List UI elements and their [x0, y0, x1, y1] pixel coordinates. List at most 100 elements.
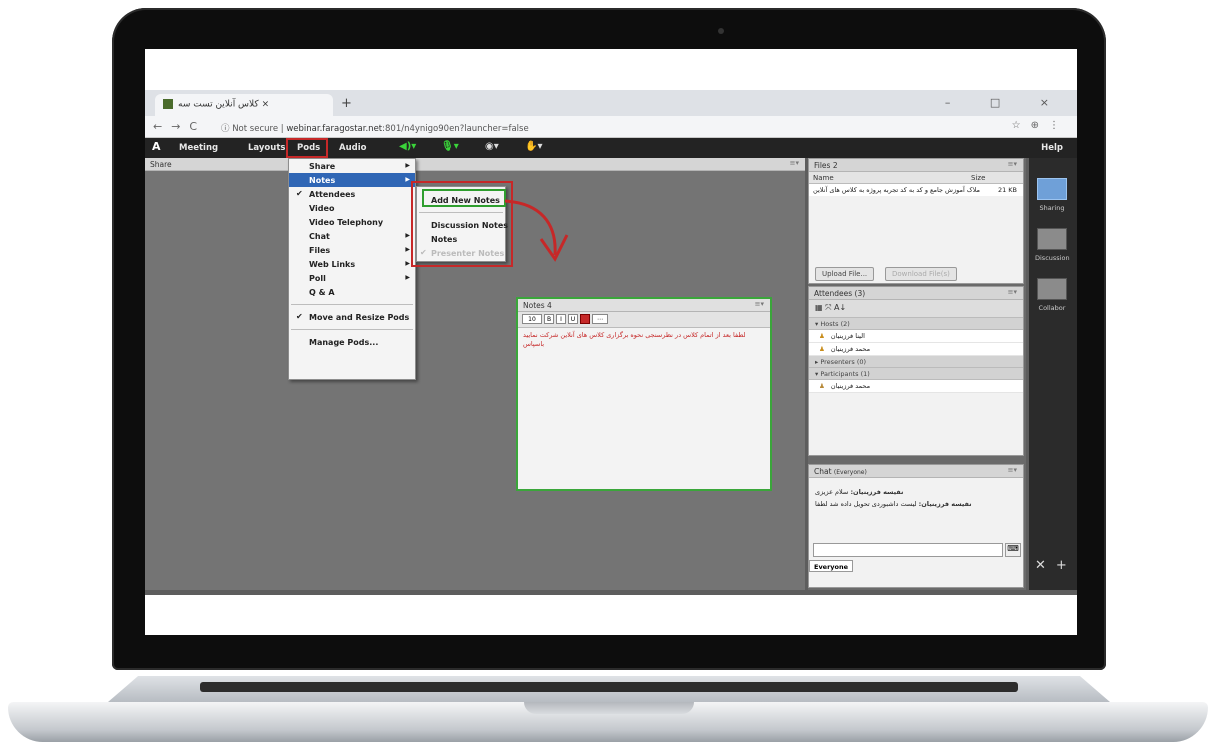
- tab-title: کلاس آنلاین تست سه ×: [178, 99, 270, 110]
- pods-menu-item[interactable]: ✔ Attendees: [289, 187, 415, 201]
- text-color-icon[interactable]: [580, 314, 590, 324]
- laptop-notch: [524, 702, 694, 714]
- url-field[interactable]: ⓘ Not secure | webinar.faragostar.net:80…: [215, 119, 975, 135]
- more-options-icon[interactable]: ⋯: [592, 314, 608, 324]
- pod-options-icon[interactable]: ≡▾: [1008, 288, 1017, 296]
- layout-sharing[interactable]: Sharing: [1035, 178, 1069, 212]
- pod-options-icon[interactable]: ≡▾: [1008, 160, 1017, 168]
- pods-menu-item[interactable]: Q & A: [289, 285, 415, 299]
- attendees-count: (3): [854, 289, 866, 298]
- right-column: Files 2 ≡▾ Name Size ملاک آموزش جامع و کد…: [808, 158, 1026, 590]
- col-size[interactable]: Size: [971, 174, 985, 182]
- pods-menu-item[interactable]: Poll ▶: [289, 271, 415, 285]
- not-secure-label: Not secure: [232, 124, 279, 134]
- underline-icon[interactable]: U: [568, 314, 578, 324]
- attendee-row[interactable]: ♟ الینا فرزینیان: [809, 330, 1023, 343]
- italic-icon[interactable]: I: [556, 314, 566, 324]
- camera-dot: [718, 28, 724, 34]
- menu-audio[interactable]: Audio: [339, 143, 366, 153]
- layout-collaboration[interactable]: Collabor: [1035, 278, 1069, 312]
- download-file-button[interactable]: Download File(s): [885, 267, 957, 281]
- chat-text: سلام عزیزی: [815, 488, 849, 496]
- red-arrow-annotation: [504, 199, 569, 262]
- notes-pod: Notes 4 ≡▾ 10 B I U ⋯ لطفا بعد از اتمام کلاس …: [516, 297, 772, 491]
- file-size: 21 KB: [997, 186, 1017, 194]
- share-pod-title: Share: [150, 160, 172, 169]
- attendee-row[interactable]: ♟ محمد فرزینیان: [809, 380, 1023, 393]
- files-columns: Name Size: [809, 172, 1023, 184]
- menu-separator: [291, 329, 413, 330]
- pods-menu-item[interactable]: Notes ▶: [289, 173, 415, 187]
- layout-label: Collabor: [1038, 304, 1066, 312]
- everyone-tab[interactable]: Everyone: [809, 560, 853, 572]
- pods-menu-label: Poll: [309, 274, 326, 283]
- host-user-icon: ♟: [819, 332, 825, 340]
- speaker-icon[interactable]: ◀)▾: [399, 141, 416, 152]
- pods-menu-label: Video: [309, 204, 335, 213]
- participants-section[interactable]: ▾ Participants (1): [809, 368, 1023, 380]
- presenters-section[interactable]: ▸ Presenters (0): [809, 356, 1023, 368]
- col-name[interactable]: Name: [813, 174, 834, 182]
- keyboard-strip: [200, 682, 1018, 692]
- submenu-arrow-icon: ▶: [405, 176, 410, 183]
- submenu-arrow-icon: ▶: [405, 232, 410, 239]
- notes-pod-header: Notes 4 ≡▾: [518, 299, 770, 312]
- pod-options-icon[interactable]: ≡▾: [755, 300, 764, 308]
- info-icon: ⓘ: [221, 124, 233, 134]
- browser-tabstrip: کلاس آنلاین تست سه × + – □ ×: [145, 90, 1077, 116]
- chat-message: نفیسه فرزینیان: سلام عزیزی: [809, 486, 1023, 498]
- raise-hand-icon[interactable]: ✋▾: [525, 141, 542, 152]
- menu-help[interactable]: Help: [1041, 143, 1063, 153]
- layout-thumbnail: [1037, 278, 1067, 300]
- attendee-row[interactable]: ♟ محمد فرزینیان: [809, 343, 1023, 356]
- hosts-label: Hosts (2): [820, 320, 850, 328]
- layout-bar-controls[interactable]: ✕+: [1035, 558, 1077, 573]
- submenu-arrow-icon: ▶: [405, 246, 410, 253]
- nav-buttons[interactable]: ←→C: [153, 120, 206, 133]
- notes-content[interactable]: لطفا بعد از اتمام کلاس در نظرسنجی نحوه ب…: [518, 328, 770, 352]
- send-message-icon[interactable]: ⌨: [1005, 543, 1021, 557]
- pods-menu-label: Video Telephony: [309, 218, 384, 227]
- layout-thumbnail: [1037, 178, 1067, 200]
- bold-icon[interactable]: B: [544, 314, 554, 324]
- pods-menu-item[interactable]: Share ▶: [289, 159, 415, 173]
- chat-user: نفیسه فرزینیان:: [850, 488, 904, 496]
- adobe-connect-app: A Meeting Layouts Pods Audio ◀)▾ 🎙▾ ◉▾ ✋…: [145, 138, 1077, 595]
- address-bar-icons[interactable]: ☆⊕⋮: [1012, 120, 1069, 131]
- microphone-icon[interactable]: 🎙▾: [441, 141, 459, 152]
- browser-tab[interactable]: کلاس آنلاین تست سه ×: [155, 94, 333, 116]
- adobe-logo-icon: A: [152, 140, 161, 153]
- window-controls[interactable]: – □ ×: [945, 96, 1067, 109]
- pods-menu-item[interactable]: Web Links ▶: [289, 257, 415, 271]
- layout-discussion[interactable]: Discussion: [1035, 228, 1070, 262]
- pods-menu-item[interactable]: Video: [289, 201, 415, 215]
- upload-file-button[interactable]: Upload File...: [815, 267, 875, 281]
- file-row[interactable]: ملاک آموزش جامع و کد به کد تجربه پروژه ب…: [809, 184, 1023, 196]
- pods-menu-label: Manage Pods...: [309, 338, 379, 347]
- menu-layouts[interactable]: Layouts: [248, 143, 285, 153]
- pods-menu-item[interactable]: Chat ▶: [289, 229, 415, 243]
- menu-meeting[interactable]: Meeting: [179, 143, 218, 153]
- notes-toolbar: 10 B I U ⋯: [518, 312, 770, 328]
- chat-pod-header: Chat (Everyone) ≡▾: [809, 465, 1023, 478]
- font-size-select[interactable]: 10: [522, 314, 542, 324]
- files-pod-header: Files 2 ≡▾: [809, 159, 1023, 172]
- pod-options-icon[interactable]: ≡▾: [790, 159, 799, 167]
- layout-thumbnail: [1037, 228, 1067, 250]
- status-view-icon[interactable]: ▦ ⤧ A↓: [815, 303, 846, 312]
- manage-pods[interactable]: Manage Pods...: [289, 335, 415, 349]
- new-tab-button[interactable]: +: [341, 96, 352, 111]
- attendees-pod-title: Attendees: [814, 289, 853, 298]
- pods-menu-item[interactable]: Video Telephony: [289, 215, 415, 229]
- hosts-section[interactable]: ▾ Hosts (2): [809, 318, 1023, 330]
- pods-menu-label: Attendees: [309, 190, 356, 199]
- pod-options-icon[interactable]: ≡▾: [1008, 466, 1017, 474]
- menu-bar: A Meeting Layouts Pods Audio ◀)▾ 🎙▾ ◉▾ ✋…: [145, 138, 1077, 158]
- submenu-arrow-icon: ▶: [405, 162, 410, 169]
- attendees-pod: Attendees (3) ≡▾ ▦ ⤧ A↓ ▾ Hosts (2) ♟ الین…: [808, 286, 1024, 456]
- webcam-icon[interactable]: ◉▾: [485, 141, 499, 152]
- pods-menu-item[interactable]: Files ▶: [289, 243, 415, 257]
- move-resize-pods[interactable]: ✔ Move and Resize Pods: [289, 310, 415, 324]
- chat-input[interactable]: [813, 543, 1003, 557]
- laptop-screen: کلاس آنلاین تست سه × + – □ × ←→C ⓘ Not s…: [145, 49, 1077, 635]
